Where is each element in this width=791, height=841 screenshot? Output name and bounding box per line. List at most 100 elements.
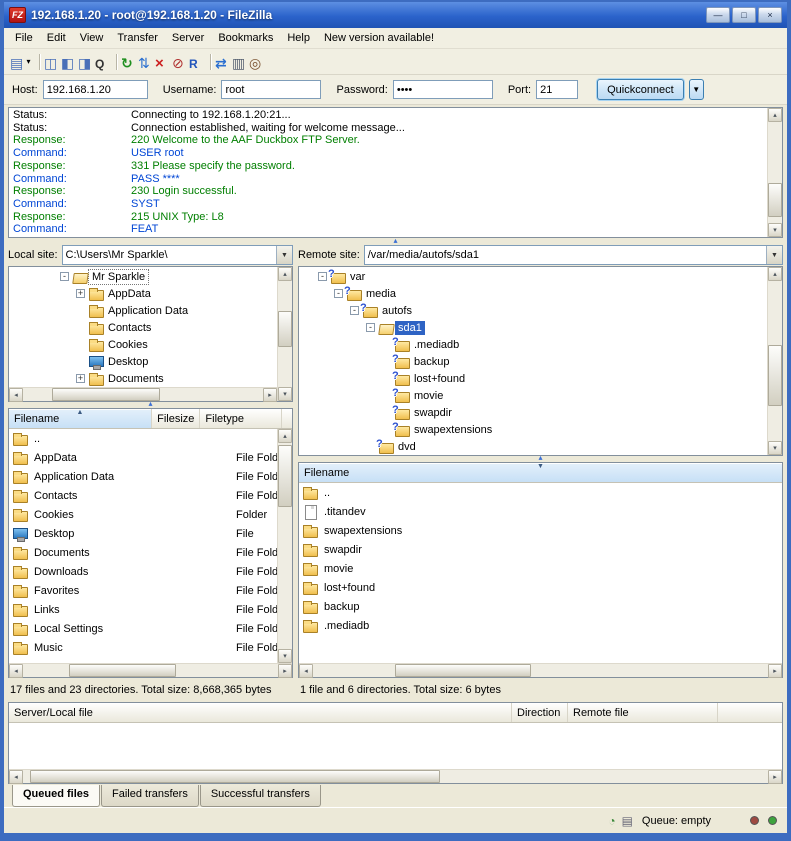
minimize-button[interactable]: — xyxy=(706,7,730,23)
tree-item[interactable]: - media xyxy=(299,285,767,302)
file-row[interactable]: swapdir xyxy=(299,540,782,559)
file-row[interactable]: .. xyxy=(9,429,277,448)
toggle-remote-tree-icon[interactable]: ◨ xyxy=(78,55,95,69)
tree-item[interactable]: + Documents xyxy=(9,370,277,387)
remote-directory-tree[interactable]: - var - media xyxy=(299,267,767,455)
file-row[interactable]: Documents File Folder xyxy=(9,543,277,562)
column-header-filetype[interactable]: Filetype xyxy=(200,409,282,428)
message-log[interactable]: Status:Connecting to 192.168.1.20:21... … xyxy=(9,108,767,237)
scroll-up-icon[interactable]: ▴ xyxy=(278,429,292,443)
file-row[interactable]: backup xyxy=(299,597,782,616)
local-list-vscrollbar[interactable]: ▴ ▾ xyxy=(277,429,292,663)
tree-item[interactable]: Cookies xyxy=(9,336,277,353)
file-row[interactable]: movie xyxy=(299,559,782,578)
file-row[interactable]: .. xyxy=(299,483,782,502)
new-version-menu-item[interactable]: New version available! xyxy=(317,29,441,47)
local-directory-tree[interactable]: - Mr Sparkle + AppData xyxy=(9,267,277,387)
refresh-icon[interactable]: ↻ xyxy=(121,55,138,69)
menu-item[interactable]: View xyxy=(73,29,111,47)
find-files-icon[interactable]: ◎ xyxy=(249,55,266,69)
remote-file-list[interactable]: .. .titandev swapextensions xyxy=(299,483,782,663)
tree-item[interactable]: lost+found xyxy=(299,370,767,387)
remote-tree-list-splitter[interactable]: ▴ xyxy=(298,456,783,462)
scroll-left-icon[interactable]: ◂ xyxy=(9,664,23,678)
local-tree-vscrollbar[interactable]: ▴ ▾ xyxy=(277,267,292,401)
scroll-down-icon[interactable]: ▾ xyxy=(278,387,292,401)
file-row[interactable]: .mediadb xyxy=(299,616,782,635)
scroll-right-icon[interactable]: ▸ xyxy=(768,770,782,784)
tree-expander-icon[interactable]: - xyxy=(366,323,375,332)
file-row[interactable]: lost+found xyxy=(299,578,782,597)
tree-item[interactable]: Application Data xyxy=(9,302,277,319)
synchronized-browsing-icon[interactable]: ⇄ xyxy=(215,55,232,69)
close-button[interactable]: × xyxy=(758,7,782,23)
tree-item[interactable]: - Mr Sparkle xyxy=(9,268,277,285)
menu-item[interactable]: Help xyxy=(280,29,317,47)
tab-queued-files[interactable]: Queued files xyxy=(12,785,100,807)
tree-expander-icon[interactable]: - xyxy=(60,272,69,281)
tree-item[interactable]: backup xyxy=(299,353,767,370)
file-row[interactable]: Application Data File Folder xyxy=(9,467,277,486)
tree-item[interactable]: Desktop xyxy=(9,353,277,370)
toggle-local-tree-icon[interactable]: ◧ xyxy=(61,55,78,69)
splitter-collapse-icon[interactable]: ▴ xyxy=(148,400,152,408)
file-row[interactable]: Cookies Folder xyxy=(9,505,277,524)
port-input[interactable] xyxy=(536,80,578,99)
tree-item[interactable]: Contacts xyxy=(9,319,277,336)
menu-item[interactable]: Server xyxy=(165,29,211,47)
tree-item[interactable]: + AppData xyxy=(9,285,277,302)
remote-tree-vscrollbar[interactable]: ▴ ▾ xyxy=(767,267,782,455)
scroll-right-icon[interactable]: ▸ xyxy=(768,664,782,678)
menu-item[interactable]: Bookmarks xyxy=(211,29,280,47)
remote-site-combobox[interactable]: /var/media/autofs/sda1 ▼ xyxy=(364,245,783,265)
tree-item[interactable]: - autofs xyxy=(299,302,767,319)
combo-arrow-icon[interactable]: ▼ xyxy=(276,246,292,264)
local-tree-list-splitter[interactable]: ▴ xyxy=(8,402,293,408)
tree-expander-icon[interactable]: - xyxy=(318,272,327,281)
toggle-queue-icon[interactable]: Q xyxy=(95,55,112,69)
column-header-filename[interactable]: ▼ Filename xyxy=(299,463,782,482)
file-row[interactable]: Contacts File Folder xyxy=(9,486,277,505)
file-row[interactable]: Favorites File Folder xyxy=(9,581,277,600)
directory-comparison-icon[interactable]: ▥ xyxy=(232,55,249,69)
scroll-left-icon[interactable]: ◂ xyxy=(299,664,313,678)
file-row[interactable]: Downloads File Folder xyxy=(9,562,277,581)
username-input[interactable] xyxy=(221,80,321,99)
tab-failed-transfers[interactable]: Failed transfers xyxy=(101,785,199,807)
queue-hscrollbar[interactable]: ◂ ▸ xyxy=(9,769,782,783)
column-header-filename[interactable]: ▲ Filename xyxy=(9,409,152,428)
scroll-right-icon[interactable]: ▸ xyxy=(263,388,277,402)
tree-expander-icon[interactable]: - xyxy=(350,306,359,315)
transfer-queue-area[interactable] xyxy=(9,723,782,769)
tree-item[interactable]: dvd xyxy=(299,438,767,455)
combo-arrow-icon[interactable]: ▼ xyxy=(766,246,782,264)
tree-item[interactable]: swapextensions xyxy=(299,421,767,438)
scroll-up-icon[interactable]: ▴ xyxy=(278,267,292,281)
queue-indicator-icon[interactable]: ▤ xyxy=(622,814,633,828)
file-row[interactable]: AppData File Folder xyxy=(9,448,277,467)
file-row[interactable]: .titandev xyxy=(299,502,782,521)
tree-item[interactable]: movie xyxy=(299,387,767,404)
column-header-remote-file[interactable]: Remote file xyxy=(568,703,718,722)
scroll-down-icon[interactable]: ▾ xyxy=(768,223,782,237)
tree-expander-icon[interactable]: + xyxy=(76,289,85,298)
titlebar[interactable]: FZ 192.168.1.20 - root@192.168.1.20 - Fi… xyxy=(4,2,787,28)
scroll-left-icon[interactable]: ◂ xyxy=(9,770,23,784)
tree-item[interactable]: .mediadb xyxy=(299,336,767,353)
log-panes-splitter[interactable]: ▴ xyxy=(4,238,787,244)
process-queue-icon[interactable]: ⇅ xyxy=(138,55,155,69)
tree-item[interactable]: - var xyxy=(299,268,767,285)
local-tree-hscrollbar[interactable]: ◂ ▸ xyxy=(9,387,277,401)
tab-successful-transfers[interactable]: Successful transfers xyxy=(200,785,321,807)
scroll-up-icon[interactable]: ▴ xyxy=(768,267,782,281)
column-header-local-file[interactable]: Server/Local file xyxy=(9,703,512,722)
menu-item[interactable]: File xyxy=(8,29,40,47)
scroll-left-icon[interactable]: ◂ xyxy=(9,388,23,402)
file-row[interactable]: Local Settings File Folder xyxy=(9,619,277,638)
remote-list-hscrollbar[interactable]: ◂ ▸ xyxy=(299,663,782,677)
tree-expander-icon[interactable]: + xyxy=(76,374,85,383)
scroll-down-icon[interactable]: ▾ xyxy=(768,441,782,455)
quickconnect-dropdown-button[interactable]: ▼ xyxy=(689,79,704,100)
password-input[interactable] xyxy=(393,80,493,99)
tree-item[interactable]: - sda1 xyxy=(299,319,767,336)
